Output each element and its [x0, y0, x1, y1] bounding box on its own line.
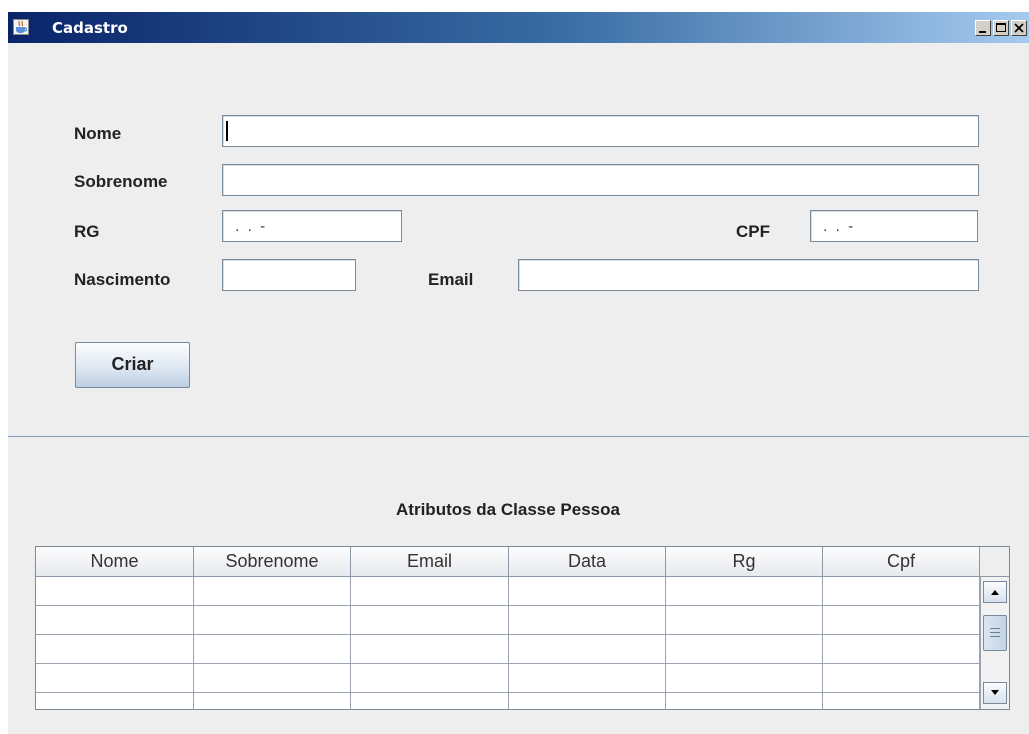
column-header-data[interactable]: Data — [509, 547, 666, 577]
table-cell[interactable] — [194, 606, 351, 635]
table-cell[interactable] — [36, 693, 194, 709]
arrow-down-icon — [991, 690, 999, 695]
grip-line — [990, 632, 1000, 633]
minimize-icon — [979, 31, 986, 33]
grip-line — [990, 636, 1000, 637]
table-cell[interactable] — [36, 606, 194, 635]
table-cell[interactable] — [823, 635, 980, 664]
column-header-cpf[interactable]: Cpf — [823, 547, 980, 577]
table-cell[interactable] — [194, 693, 351, 709]
section-divider — [8, 436, 1029, 437]
table-cell[interactable] — [351, 635, 509, 664]
table-header-corner — [980, 547, 1009, 577]
title-bar[interactable]: Cadastro — [8, 12, 1029, 43]
column-header-rg[interactable]: Rg — [666, 547, 823, 577]
nome-field[interactable] — [222, 115, 979, 147]
rg-label: RG — [74, 222, 100, 241]
grip-line — [990, 628, 1000, 629]
table-row[interactable] — [36, 664, 980, 693]
nome-label: Nome — [74, 124, 122, 143]
close-icon — [1014, 23, 1024, 33]
table-title: Atributos da Classe Pessoa — [396, 500, 620, 519]
table-header: Nome Sobrenome Email Data Rg Cpf — [36, 547, 980, 577]
column-header-email[interactable]: Email — [351, 547, 509, 577]
cpf-field[interactable] — [810, 210, 978, 242]
table-cell[interactable] — [36, 664, 194, 693]
table-row[interactable] — [36, 693, 980, 709]
table-cell[interactable] — [823, 693, 980, 709]
table-cell[interactable] — [666, 664, 823, 693]
pessoa-table[interactable]: Nome Sobrenome Email Data Rg Cpf — [35, 546, 1010, 710]
close-button[interactable] — [1011, 20, 1027, 36]
maximize-icon — [996, 23, 1006, 32]
table-row[interactable] — [36, 606, 980, 635]
table-cell[interactable] — [351, 577, 509, 606]
table-cell[interactable] — [823, 606, 980, 635]
table-cell[interactable] — [36, 577, 194, 606]
rg-field[interactable] — [222, 210, 402, 242]
table-cell[interactable] — [351, 606, 509, 635]
table-cell[interactable] — [666, 635, 823, 664]
vertical-scrollbar[interactable] — [980, 577, 1009, 709]
cpf-label: CPF — [736, 222, 770, 241]
column-header-nome[interactable]: Nome — [36, 547, 194, 577]
sobrenome-field[interactable] — [222, 164, 979, 196]
table-cell[interactable] — [823, 577, 980, 606]
window-title: Cadastro — [52, 19, 128, 37]
text-caret — [226, 121, 228, 141]
table-cell[interactable] — [509, 577, 666, 606]
table-cell[interactable] — [666, 693, 823, 709]
java-coffee-cup-icon[interactable] — [13, 19, 29, 35]
scroll-down-button[interactable] — [983, 682, 1007, 704]
minimize-button[interactable] — [975, 20, 991, 36]
cadastro-window: Cadastro Nome Sobrenome RG CPF Nasciment… — [8, 12, 1029, 734]
table-row[interactable] — [36, 635, 980, 664]
scroll-up-button[interactable] — [983, 581, 1007, 603]
table-cell[interactable] — [194, 635, 351, 664]
table-cell[interactable] — [194, 577, 351, 606]
table-cell[interactable] — [509, 664, 666, 693]
table-cell[interactable] — [509, 635, 666, 664]
table-cell[interactable] — [666, 577, 823, 606]
scroll-thumb[interactable] — [983, 615, 1007, 651]
table-cell[interactable] — [36, 635, 194, 664]
sobrenome-label: Sobrenome — [74, 172, 168, 191]
maximize-button[interactable] — [993, 20, 1009, 36]
table-cell[interactable] — [823, 664, 980, 693]
table-cell[interactable] — [509, 606, 666, 635]
nascimento-label: Nascimento — [74, 270, 171, 289]
table-row[interactable] — [36, 577, 980, 606]
table-cell[interactable] — [351, 693, 509, 709]
criar-button[interactable]: Criar — [75, 342, 190, 388]
table-cell[interactable] — [351, 664, 509, 693]
email-label: Email — [428, 270, 474, 289]
table-cell[interactable] — [194, 664, 351, 693]
email-field[interactable] — [518, 259, 979, 291]
table-cell[interactable] — [666, 606, 823, 635]
table-body — [36, 577, 980, 709]
column-header-sobrenome[interactable]: Sobrenome — [194, 547, 351, 577]
arrow-up-icon — [991, 590, 999, 595]
table-cell[interactable] — [509, 693, 666, 709]
nascimento-field[interactable] — [222, 259, 356, 291]
